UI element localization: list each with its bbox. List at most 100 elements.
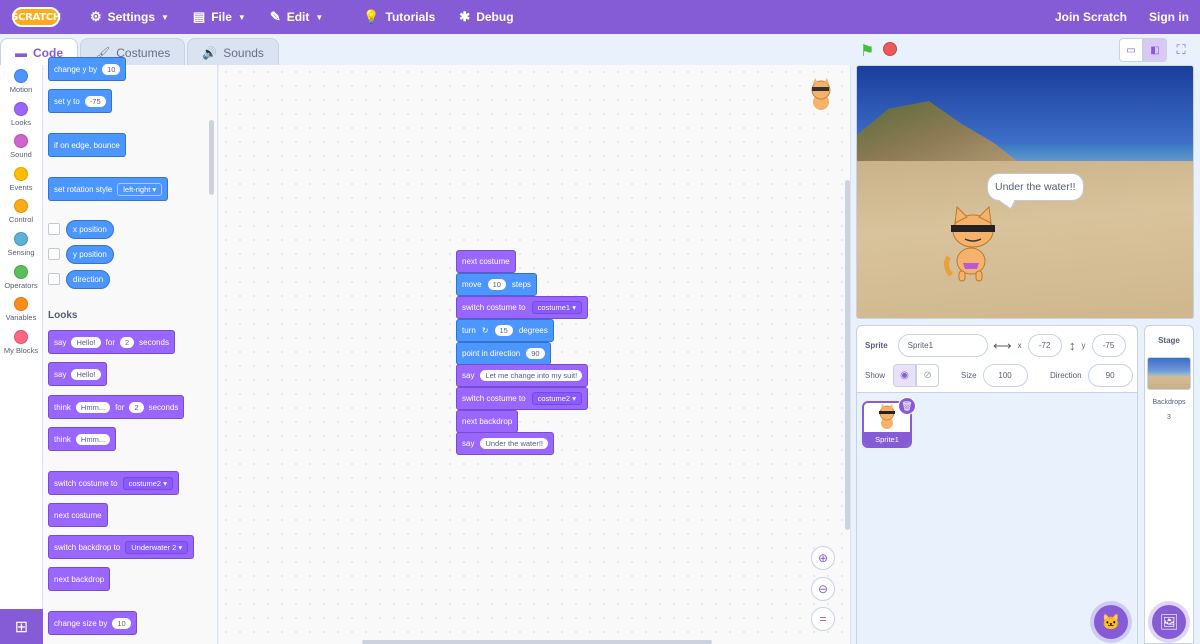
pencil-icon: ✎ (269, 9, 281, 24)
value-input[interactable]: -75 (84, 95, 106, 107)
block-say-for[interactable]: say Hello! for 2 seconds (48, 330, 175, 354)
category-looks[interactable]: Looks (0, 98, 42, 131)
value-input[interactable]: 90 (526, 348, 545, 359)
large-stage-button[interactable]: ◧ (1143, 38, 1167, 62)
reporter-direction[interactable]: direction (66, 270, 111, 289)
edit-menu[interactable]: ✎ Edit ▼ (258, 0, 336, 34)
direction-input[interactable]: 90 (1087, 364, 1133, 387)
costume-dropdown[interactable]: costume2 ▾ (122, 476, 173, 490)
add-backdrop-button[interactable]: 🖼 (1152, 605, 1186, 639)
green-flag-button[interactable]: ⚑ (860, 41, 874, 61)
reporter-x-position[interactable]: x position (66, 220, 114, 239)
cat-sprite[interactable] (941, 205, 1003, 283)
script-horizontal-scrollbar[interactable] (362, 640, 712, 644)
block-set-y[interactable]: set y to -75 (48, 89, 112, 113)
debug-button[interactable]: ✱ Debug (447, 0, 525, 34)
palette-scrollbar[interactable] (209, 120, 214, 195)
value-input[interactable]: 2 (129, 401, 144, 413)
file-menu[interactable]: ▤ File ▼ (181, 0, 258, 34)
zoom-in-button[interactable]: ⊕ (811, 546, 835, 570)
join-scratch-link[interactable]: Join Scratch (1044, 0, 1138, 34)
text-input[interactable]: Hmm... (75, 433, 111, 445)
y-position-checkbox[interactable] (48, 248, 60, 260)
x-input[interactable]: -72 (1027, 334, 1062, 357)
delete-sprite-button[interactable]: 🗑 (898, 397, 916, 415)
stop-button[interactable] (883, 42, 897, 56)
text-input[interactable]: Under the water!! (480, 438, 548, 449)
scratch-logo[interactable]: SCRATCH (11, 7, 61, 27)
sprite-thumbnail (879, 404, 895, 429)
text-input[interactable]: Hello! (71, 336, 101, 348)
add-extension-button[interactable]: ⊞ (0, 609, 43, 644)
sign-in-link[interactable]: Sign in (1138, 0, 1200, 34)
fullscreen-button[interactable]: ⛶ (1169, 38, 1193, 62)
script-say[interactable]: say Let me change into my suit! (456, 364, 589, 387)
script-turn-degrees[interactable]: turn ↻ 15 degrees (456, 319, 554, 342)
block-switch-costume[interactable]: switch costume to costume2 ▾ (48, 471, 179, 495)
hide-sprite-button[interactable]: ⊘ (916, 364, 940, 387)
settings-menu[interactable]: ⚙ Settings ▼ (78, 0, 181, 34)
category-control[interactable]: Control (0, 195, 42, 228)
text-input[interactable]: Hello! (71, 368, 101, 380)
value-input[interactable]: 15 (494, 325, 513, 336)
block-next-backdrop[interactable]: next backdrop (48, 567, 111, 591)
category-dot (14, 297, 28, 312)
value-input[interactable]: 10 (102, 63, 121, 75)
zoom-out-button[interactable]: ⊖ (811, 577, 835, 601)
block-think-for[interactable]: think Hmm... for 2 seconds (48, 395, 185, 419)
eye-slash-icon: ⊘ (923, 370, 932, 381)
category-operators[interactable]: Operators (0, 261, 42, 294)
block-next-costume[interactable]: next costume (48, 503, 108, 527)
text-input[interactable]: Let me change into my suit! (480, 370, 583, 381)
rotation-dropdown[interactable]: left-right ▾ (117, 182, 163, 196)
small-stage-button[interactable]: ▭ (1119, 38, 1143, 62)
script-switch-costume-2[interactable]: switch costume to costume2 ▾ (456, 387, 588, 410)
category-sensing[interactable]: Sensing (0, 228, 42, 261)
x-position-checkbox[interactable] (48, 223, 60, 235)
script-say-2[interactable]: say Under the water!! (456, 432, 554, 455)
block-rotation-style[interactable]: set rotation style left-right ▾ (48, 177, 169, 201)
block-change-y[interactable]: change y by 10 (48, 57, 127, 81)
script-next-backdrop[interactable]: next backdrop (456, 410, 519, 433)
backdrop-thumbnail[interactable] (1147, 357, 1191, 390)
block-think[interactable]: think Hmm... (48, 427, 117, 451)
size-row: Size 100 (961, 364, 1028, 387)
backdrop-dropdown[interactable]: Underwater 2 ▾ (125, 540, 189, 554)
category-motion[interactable]: Motion (0, 65, 42, 98)
y-input[interactable]: -75 (1091, 334, 1126, 357)
value-input[interactable]: 10 (487, 279, 506, 290)
costume-dropdown[interactable]: costume1 ▾ (531, 301, 582, 314)
value-input[interactable]: 2 (119, 336, 135, 348)
tab-sounds[interactable]: 🔊 Sounds (187, 38, 279, 66)
chevron-down-icon: ▼ (315, 12, 324, 22)
zoom-reset-button[interactable]: = (811, 607, 835, 631)
script-point-direction[interactable]: point in direction 90 (456, 342, 551, 365)
block-bounce[interactable]: if on edge, bounce (48, 133, 126, 157)
script-move-steps[interactable]: move 10 steps (456, 273, 538, 296)
costume-dropdown[interactable]: costume2 ▾ (531, 392, 582, 405)
backdrops-label: Backdrops (1152, 399, 1186, 406)
size-input[interactable]: 100 (982, 364, 1028, 387)
block-change-size[interactable]: change size by 10 (48, 611, 137, 635)
tutorials-button[interactable]: 💡 Tutorials (351, 0, 447, 34)
category-events[interactable]: Events (0, 163, 42, 196)
block-switch-backdrop[interactable]: switch backdrop to Underwater 2 ▾ (48, 535, 195, 559)
add-sprite-button[interactable]: 🐱 (1094, 605, 1128, 639)
value-input[interactable]: 10 (112, 617, 131, 629)
large-stage-icon: ◧ (1150, 44, 1160, 56)
category-variables[interactable]: Variables (0, 293, 42, 326)
block-say[interactable]: say Hello! (48, 362, 107, 386)
script-vertical-scrollbar[interactable] (845, 180, 850, 530)
reporter-y-position[interactable]: y position (66, 245, 114, 264)
direction-row: Direction 90 (1050, 364, 1133, 387)
sprite-name-input[interactable]: Sprite1 (897, 334, 988, 357)
stage-selector-title: Stage (1158, 336, 1180, 345)
category-my-blocks[interactable]: My Blocks (0, 326, 42, 359)
script-switch-costume[interactable]: switch costume to costume1 ▾ (456, 296, 588, 319)
script-next-costume[interactable]: next costume (456, 250, 516, 273)
direction-checkbox[interactable] (48, 273, 60, 285)
text-input[interactable]: Hmm... (75, 401, 111, 413)
show-sprite-button[interactable]: ◉ (893, 364, 917, 387)
category-dot (14, 134, 28, 149)
category-sound[interactable]: Sound (0, 130, 42, 163)
